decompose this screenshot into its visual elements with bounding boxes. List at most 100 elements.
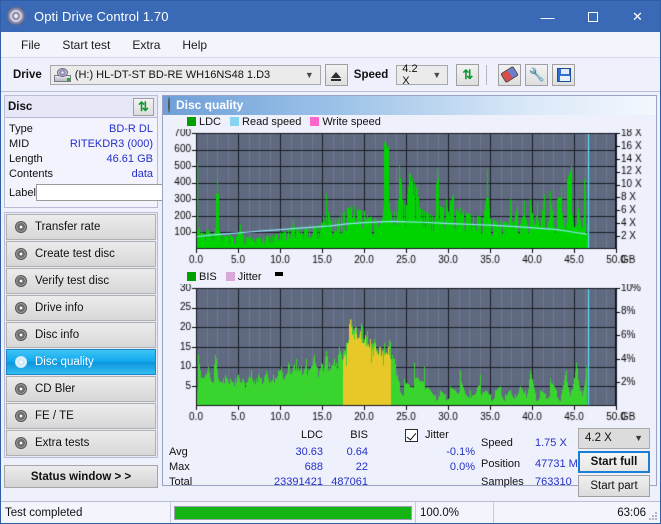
refresh-button[interactable]: ⇅ — [456, 63, 480, 86]
sidebar-item-cd-bler[interactable]: CD Bler — [6, 376, 156, 402]
start-full-button[interactable]: Start full — [578, 450, 650, 473]
sidebar-item-create-test-disc[interactable]: Create test disc — [6, 241, 156, 267]
disc-label-row: Label — [9, 183, 238, 202]
disc-row-value: 46.61 GB — [106, 152, 153, 165]
sidebar-item-label: Extra tests — [35, 437, 90, 449]
bis-plot-area — [163, 283, 656, 424]
stats-bis-max: 22 — [355, 460, 368, 473]
sidebar-item-extra-tests[interactable]: Extra tests — [6, 430, 156, 456]
jitter-marker-icon — [274, 272, 283, 277]
minimize-button[interactable]: — — [525, 1, 570, 32]
sidebar-item-label: Disc info — [35, 329, 80, 341]
disc-quality-panel: Disc quality LDC Read speed Write speed … — [162, 95, 657, 497]
menu-file[interactable]: File — [11, 35, 50, 55]
ldc-chart-legend: LDC Read speed Write speed — [163, 115, 656, 129]
drive-label: Drive — [13, 68, 42, 81]
bis-chart-legend: BIS Jitter — [163, 270, 656, 284]
eject-button[interactable] — [324, 63, 348, 86]
window-title: Opti Drive Control 1.70 — [34, 9, 169, 24]
drive-select-value: (H:) HL-DT-ST BD-RE WH16NS48 1.D3 — [74, 68, 271, 81]
disc-icon — [13, 220, 29, 234]
menu-help[interactable]: Help — [172, 35, 217, 55]
refresh-icon: ⇅ — [138, 99, 149, 114]
sidebar-item-transfer-rate[interactable]: Transfer rate — [6, 214, 156, 240]
test-nav-list: Transfer rate Create test disc Verify te… — [4, 212, 158, 458]
drive-select[interactable]: (H:) HL-DT-ST BD-RE WH16NS48 1.D3 ▼ — [49, 64, 321, 85]
jitter-checkbox[interactable] — [405, 428, 418, 442]
disc-panel-header: Disc ⇅ — [5, 96, 157, 118]
disc-icon — [13, 436, 29, 450]
legend-entry-bis: BIS — [187, 271, 217, 283]
disc-icon — [13, 328, 29, 342]
statistics-panel: LDC BIS Jitter Avg Max Total 30.63 688 2… — [163, 427, 656, 497]
sidebar-item-verify-test-disc[interactable]: Verify test disc — [6, 268, 156, 294]
chevron-down-icon: ▼ — [432, 69, 442, 80]
disc-row-key: Contents — [9, 167, 54, 180]
legend-entry-write-speed: Write speed — [310, 116, 381, 128]
close-button[interactable]: ✕ — [615, 1, 660, 32]
ldc-plot-canvas — [163, 128, 654, 267]
disc-icon — [13, 301, 29, 315]
disc-icon — [168, 97, 170, 114]
stats-row-label-max: Max — [169, 460, 190, 473]
menu-extra[interactable]: Extra — [122, 35, 170, 55]
stats-row-label-total: Total — [169, 475, 193, 488]
disc-icon — [13, 274, 29, 288]
sidebar-item-label: Drive info — [35, 302, 84, 314]
progress-percent: 100.0% — [416, 502, 494, 523]
disc-refresh-button[interactable]: ⇅ — [133, 97, 154, 116]
content-area: Disc quality LDC Read speed Write speed … — [161, 92, 660, 497]
progress-bar — [171, 502, 416, 523]
progress-track — [174, 505, 412, 520]
ldc-plot-area — [163, 128, 656, 267]
status-message: Test completed — [1, 502, 171, 523]
resize-grip-icon[interactable] — [648, 511, 658, 521]
sidebar-item-fe-te[interactable]: FE / TE — [6, 403, 156, 429]
legend-entry-jitter: Jitter — [225, 271, 262, 283]
sidebar-item-label: Create test disc — [35, 248, 115, 260]
speed-select[interactable]: 4.2 X ▼ — [396, 62, 449, 87]
app-icon — [7, 6, 27, 27]
test-speed-select[interactable]: 4.2 X ▼ — [578, 427, 650, 449]
menu-bar: File Start test Extra Help — [1, 32, 660, 58]
sidebar-item-drive-info[interactable]: Drive info — [6, 295, 156, 321]
main-body: Disc ⇅ Type BD-R DL MID RITEKDR3 (000) L… — [1, 92, 660, 497]
toolbar: Drive (H:) HL-DT-ST BD-RE WH16NS48 1.D3 … — [1, 58, 660, 92]
sidebar-item-disc-info[interactable]: Disc info — [6, 322, 156, 348]
legend-label: BIS — [199, 270, 217, 283]
erase-button[interactable] — [498, 63, 522, 86]
disc-row-value: RITEKDR3 (000) — [69, 137, 153, 150]
window-controls: — ✕ — [525, 1, 660, 32]
jitter-label: Jitter — [425, 428, 449, 441]
sidebar-item-label: CD Bler — [35, 383, 76, 395]
eject-icon — [331, 71, 342, 81]
panel-header: Disc quality — [163, 96, 656, 115]
disc-icon — [13, 409, 29, 423]
sidebar-item-label: Verify test disc — [35, 275, 110, 287]
bis-chart: BIS Jitter — [163, 270, 656, 424]
status-window-button[interactable]: Status window > > — [4, 465, 158, 488]
sidebar-item-label: Transfer rate — [35, 221, 101, 233]
stats-jitter-avg: -0.1% — [446, 445, 475, 458]
disc-row-mid: MID RITEKDR3 (000) — [9, 136, 153, 151]
disc-panel-title: Disc — [8, 100, 33, 113]
maximize-button[interactable] — [570, 1, 615, 32]
legend-swatch — [225, 272, 235, 282]
menu-start-test[interactable]: Start test — [52, 35, 120, 55]
disc-info-panel: Disc ⇅ Type BD-R DL MID RITEKDR3 (000) L… — [4, 95, 238, 208]
start-part-button[interactable]: Start part — [578, 474, 650, 497]
disc-properties: Type BD-R DL MID RITEKDR3 (000) Length 4… — [5, 118, 238, 207]
eraser-icon — [500, 65, 520, 84]
save-button[interactable] — [552, 63, 576, 86]
stats-row-label-avg: Avg — [169, 445, 188, 458]
disc-row-key: Type — [9, 122, 33, 135]
disc-row-length: Length 46.61 GB — [9, 151, 153, 166]
samples-stat-label: Samples — [481, 475, 524, 488]
stats-jitter-max: 0.0% — [449, 460, 475, 473]
settings-button[interactable]: 🔧 — [525, 63, 549, 86]
stats-ldc-max: 688 — [304, 460, 323, 473]
disc-label-caption: Label — [9, 186, 36, 199]
refresh-icon: ⇅ — [462, 67, 474, 82]
sidebar-item-disc-quality[interactable]: Disc quality — [6, 349, 156, 375]
speed-select-value: 4.2 X — [402, 62, 418, 87]
